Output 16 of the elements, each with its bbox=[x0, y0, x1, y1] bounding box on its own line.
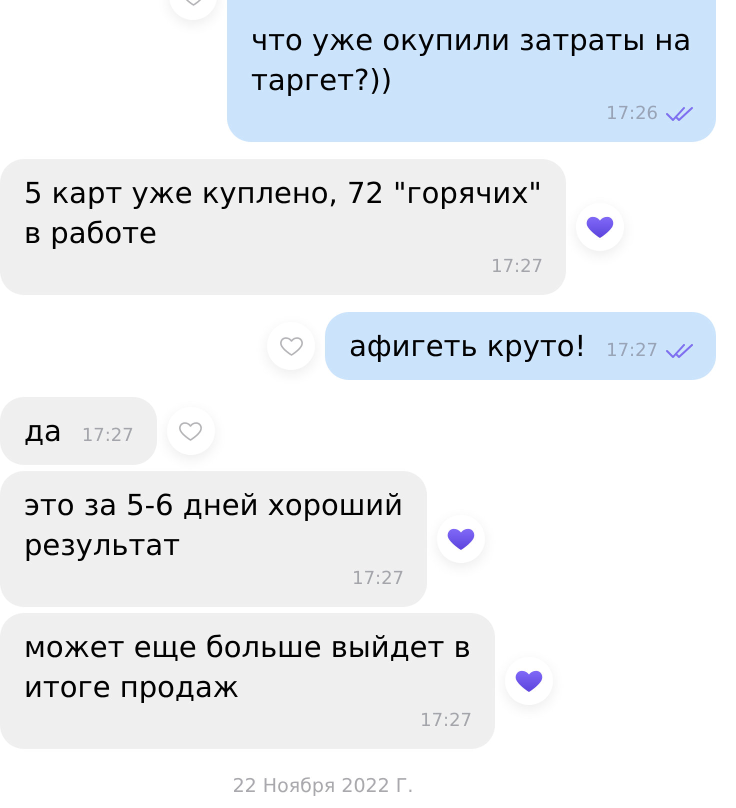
message-text: афигеть круто! bbox=[349, 328, 586, 365]
message-text: да bbox=[24, 413, 62, 450]
message-time: 17:27 bbox=[606, 339, 658, 363]
message-text: может еще больше выйдет в итоге продаж bbox=[24, 629, 472, 706]
date-separator: 22 Ноября 2022 Г. bbox=[232, 774, 414, 799]
like-button[interactable] bbox=[437, 515, 485, 563]
message-time: 17:27 bbox=[82, 424, 134, 448]
like-button[interactable] bbox=[505, 657, 553, 705]
message-text: это за 5-6 дней хороший результат bbox=[24, 487, 404, 564]
like-button[interactable] bbox=[576, 203, 624, 251]
message-time: 17:27 bbox=[352, 567, 404, 591]
message-text: 5 карт уже куплено, 72 "горячих" в работе bbox=[24, 175, 543, 252]
message-time: 17:26 bbox=[606, 102, 658, 126]
message-time: 17:27 bbox=[420, 709, 472, 733]
message-text: что уже окупили затраты на таргет?)) bbox=[251, 22, 692, 99]
message-time: 17:27 bbox=[491, 255, 543, 279]
